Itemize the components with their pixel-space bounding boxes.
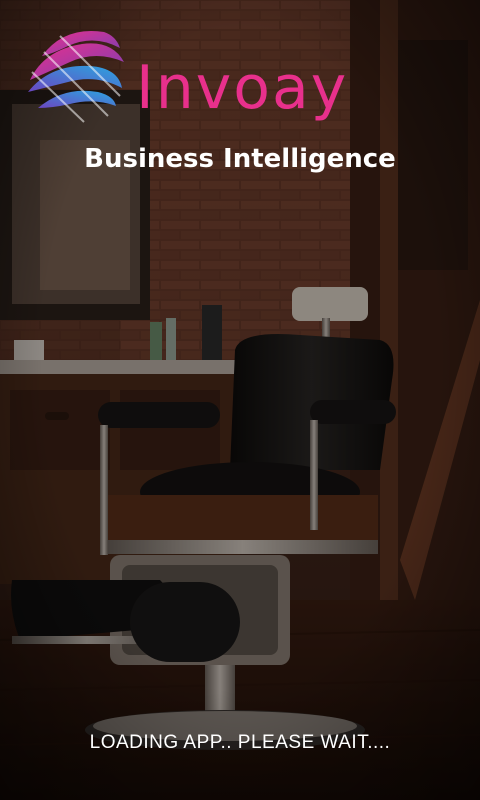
brand-logo: Invoay [24, 22, 464, 132]
loading-message: LOADING APP.. PLEASE WAIT.... [89, 732, 391, 753]
brand-name: Invoay [136, 53, 349, 123]
globe-swirl-logo-icon [28, 31, 124, 123]
tagline: Business Intelligence [84, 144, 396, 174]
